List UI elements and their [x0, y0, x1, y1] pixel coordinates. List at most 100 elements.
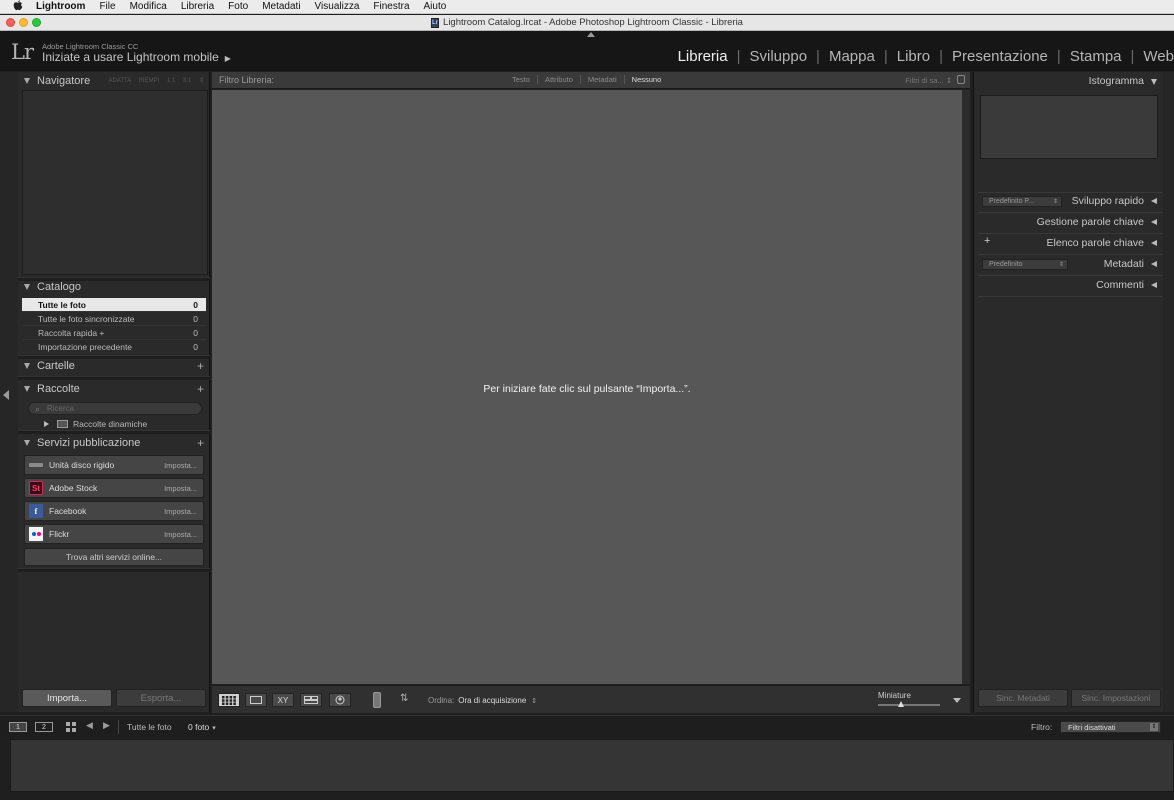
histogram-header[interactable]: Istogramma: [978, 72, 1162, 90]
metadata-header[interactable]: Predefinito ⇕ Metadati: [978, 255, 1162, 273]
menu-finestra[interactable]: Finestra: [373, 1, 409, 12]
zoom-fit[interactable]: ADATTA: [108, 78, 130, 84]
back-arrow-icon[interactable]: ◀: [86, 720, 93, 731]
catalog-row-quick-collection[interactable]: Raccolta rapida + 0: [22, 326, 206, 340]
module-mappa[interactable]: Mappa: [820, 48, 884, 65]
import-button[interactable]: Importa...: [22, 689, 112, 707]
keyword-list-header[interactable]: + Elenco parole chiave: [978, 234, 1162, 252]
menu-visualizza[interactable]: Visualizza: [315, 1, 360, 12]
filmstrip-photo-count[interactable]: 0 foto ▾: [188, 722, 216, 732]
sync-settings-button[interactable]: Sinc. Impostazioni: [1071, 689, 1161, 707]
menu-file[interactable]: File: [99, 1, 115, 12]
quick-develop-preset-select[interactable]: Predefinito P... ⇕: [982, 196, 1062, 207]
collections-header[interactable]: Raccolte +: [18, 380, 210, 398]
metadata-preset-select[interactable]: Predefinito ⇕: [982, 259, 1068, 270]
setup-link[interactable]: Imposta...: [164, 507, 197, 516]
grid-icon[interactable]: [66, 722, 76, 732]
library-toolbar: XY ⇅ Ordina: Ora di acquisizione ⇕ Miniatu…: [212, 685, 970, 713]
zoom-1-1[interactable]: 1:1: [167, 78, 175, 84]
catalog-header[interactable]: Catalogo: [18, 278, 210, 296]
setup-link[interactable]: Imposta...: [164, 484, 197, 493]
sort-direction-icon[interactable]: ⇅: [400, 693, 408, 704]
zoom-arrows-icon[interactable]: ⇕: [199, 78, 204, 84]
folders-header[interactable]: Cartelle +: [18, 357, 210, 375]
setup-link[interactable]: Imposta...: [164, 530, 197, 539]
catalog-row-previous-import[interactable]: Importazione precedente 0: [22, 340, 206, 354]
thumbnail-slider-handle[interactable]: [898, 701, 904, 707]
primary-screen-button[interactable]: 1: [9, 722, 27, 732]
minimize-window-button[interactable]: [19, 18, 28, 27]
sort-value[interactable]: Ora di acquisizione: [458, 696, 526, 705]
module-web[interactable]: Web: [1134, 48, 1174, 65]
secondary-screen-button[interactable]: 2: [35, 722, 53, 732]
sync-metadata-button[interactable]: Sinc. Metadati: [978, 689, 1068, 707]
survey-view-icon[interactable]: [300, 693, 322, 707]
menu-foto[interactable]: Foto: [228, 1, 248, 12]
find-more-services-button[interactable]: Trova altri servizi online...: [24, 548, 204, 566]
compare-view-icon[interactable]: XY: [272, 693, 294, 707]
people-view-icon[interactable]: [329, 693, 351, 707]
navigator-header[interactable]: Navigatore ADATTA RIEMPI 1:1 3:1 ⇕: [18, 72, 210, 90]
catalog-row-all-photos[interactable]: Tutte le foto 0: [22, 298, 206, 312]
navigator-preview[interactable]: [22, 90, 208, 275]
publish-services-header[interactable]: Servizi pubblicazione +: [18, 434, 210, 452]
comments-header[interactable]: Commenti: [978, 276, 1162, 294]
filmstrip-source[interactable]: Tutte le foto: [127, 722, 172, 732]
sort-control[interactable]: Ordina: Ora di acquisizione ⇕: [428, 696, 537, 705]
menu-metadati[interactable]: Metadati: [262, 1, 300, 12]
toolbar-content-dropdown-icon[interactable]: [948, 693, 966, 707]
sort-dropdown-icon[interactable]: ⇕: [531, 698, 537, 705]
menu-modifica[interactable]: Modifica: [130, 1, 167, 12]
module-presentazione[interactable]: Presentazione: [943, 48, 1057, 65]
menu-libreria[interactable]: Libreria: [181, 1, 214, 12]
maximize-window-button[interactable]: [32, 18, 41, 27]
add-collection-icon[interactable]: +: [197, 382, 204, 396]
module-stampa[interactable]: Stampa: [1061, 48, 1131, 65]
module-libro[interactable]: Libro: [888, 48, 939, 65]
lightroom-mobile-link[interactable]: Iniziate a usare Lightroom mobile ▶: [42, 50, 231, 64]
loupe-view-icon[interactable]: [245, 693, 267, 707]
module-sviluppo[interactable]: Sviluppo: [741, 48, 817, 65]
collapse-top-panel-icon[interactable]: [587, 32, 595, 37]
setup-link[interactable]: Imposta...: [164, 461, 197, 470]
add-publish-service-icon[interactable]: +: [197, 436, 204, 450]
catalog-row-synced-photos[interactable]: Tutte le foto sincronizzate 0: [22, 312, 206, 326]
add-folder-icon[interactable]: +: [197, 359, 204, 373]
grid-scrollbar[interactable]: [962, 90, 970, 684]
filter-tab-metadata[interactable]: Metadati: [579, 75, 624, 84]
disclosure-right-icon[interactable]: [44, 421, 49, 427]
quick-develop-header[interactable]: Predefinito P... ⇕ Sviluppo rapido: [978, 192, 1162, 210]
export-button[interactable]: Esporta...: [116, 689, 206, 707]
keywording-header[interactable]: Gestione parole chiave: [978, 213, 1162, 231]
collections-search-input[interactable]: ⌕ Ricerca: [28, 402, 202, 415]
publish-hard-drive[interactable]: Unità disco rigido Imposta...: [24, 455, 204, 475]
zoom-fill[interactable]: RIEMPI: [139, 78, 160, 84]
filter-tab-none[interactable]: Nessuno: [623, 75, 669, 84]
filmstrip[interactable]: [10, 739, 1174, 792]
publish-facebook[interactable]: f Facebook Imposta...: [24, 501, 204, 521]
zoom-3-1[interactable]: 3:1: [183, 78, 191, 84]
filter-preset-select[interactable]: Filtri di sa... ⇕: [905, 76, 952, 85]
grid-view-icon[interactable]: [218, 693, 240, 707]
smart-collections-item[interactable]: Raccolte dinamiche: [44, 419, 147, 429]
apple-icon[interactable]: [12, 0, 24, 14]
left-panel-edge[interactable]: [0, 72, 18, 712]
forward-arrow-icon[interactable]: ▶: [103, 720, 110, 731]
add-keyword-icon[interactable]: +: [984, 235, 990, 247]
publish-adobe-stock[interactable]: St Adobe Stock Imposta...: [24, 478, 204, 498]
mobile-link-label: Iniziate a usare Lightroom mobile: [42, 50, 219, 64]
menu-lightroom[interactable]: Lightroom: [36, 1, 85, 12]
filter-tab-attribute[interactable]: Attributo: [536, 75, 580, 84]
collapse-left-panel-icon[interactable]: [3, 390, 9, 400]
filter-tab-text[interactable]: Testo: [505, 75, 537, 84]
filmstrip-filter-select[interactable]: Filtri disattivati ⇕: [1060, 721, 1161, 733]
menu-aiuto[interactable]: Aiuto: [424, 1, 447, 12]
lock-icon[interactable]: [957, 75, 965, 84]
module-libreria[interactable]: Libreria: [669, 48, 737, 65]
painter-icon[interactable]: [373, 692, 381, 708]
close-window-button[interactable]: [6, 18, 15, 27]
thumbnail-size-slider[interactable]: [878, 704, 940, 706]
grid-view-canvas[interactable]: Per iniziare fate clic sul pulsante “Imp…: [212, 90, 962, 684]
publish-flickr[interactable]: Flickr Imposta...: [24, 524, 204, 544]
right-panel-edge[interactable]: [1163, 72, 1174, 712]
